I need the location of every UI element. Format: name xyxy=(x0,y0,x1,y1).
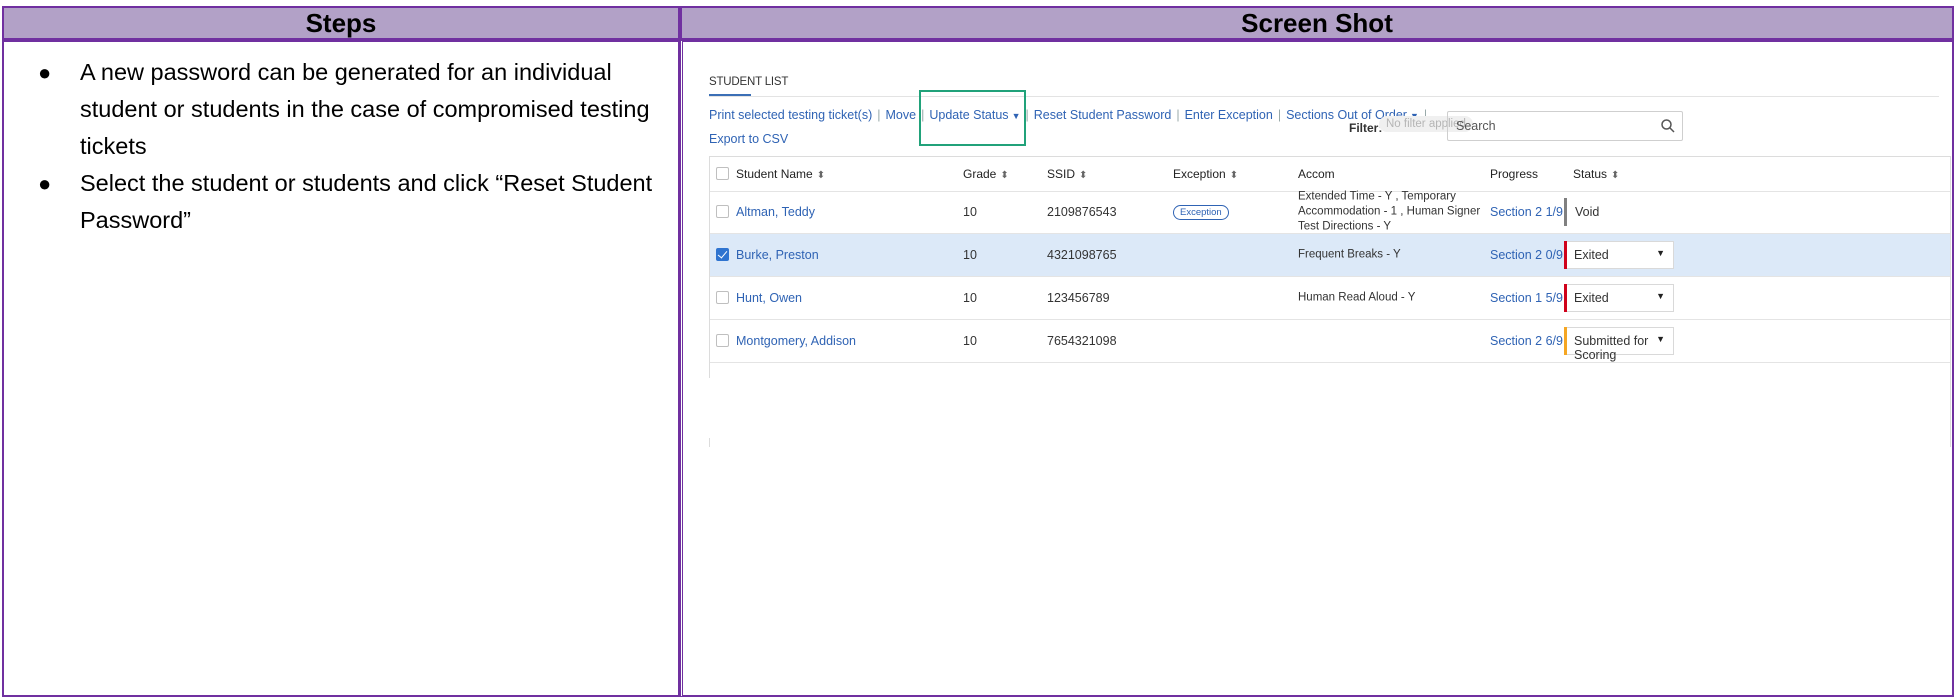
search-field[interactable] xyxy=(1447,111,1683,141)
step-text: Select the student or students and click… xyxy=(80,170,653,233)
col-header-ssid[interactable]: SSID ⬍ xyxy=(1047,167,1087,181)
step-item: ● A new password can be generated for an … xyxy=(4,54,678,165)
steps-cell: ● A new password can be generated for an … xyxy=(2,40,680,697)
table-row[interactable]: Altman, Teddy 10 2109876543 Exception Ex… xyxy=(710,191,1950,234)
status-dropdown[interactable]: Exited ▼ xyxy=(1564,241,1674,269)
student-name-link[interactable]: Hunt, Owen xyxy=(736,291,802,305)
steps-list: ● A new password can be generated for an … xyxy=(4,42,678,239)
col-header-progress: Progress xyxy=(1490,167,1539,181)
sort-icon: ⬍ xyxy=(1000,170,1009,181)
accom-value: Human Read Aloud - Y xyxy=(1298,291,1416,304)
caret-down-icon: ▼ xyxy=(1656,291,1665,301)
reset-password-highlight xyxy=(919,90,1026,146)
caret-down-icon: ▼ xyxy=(1656,248,1665,258)
col-header-label: Grade xyxy=(963,167,997,181)
status-text: Void xyxy=(1575,205,1600,219)
sort-icon: ⬍ xyxy=(1229,170,1239,181)
instruction-table: Steps ● A new password can be generated f… xyxy=(0,6,1954,697)
sort-icon: ⬍ xyxy=(816,170,826,181)
filter-label: Filter: xyxy=(1349,121,1383,135)
col-header-label: SSID xyxy=(1047,167,1076,181)
student-name-link[interactable]: Altman, Teddy xyxy=(736,205,815,219)
table-row[interactable]: Montgomery, Addison 10 7654321098 Sectio… xyxy=(710,320,1950,363)
grade-value: 10 xyxy=(963,334,977,348)
tab-student-list[interactable]: STUDENT LIST xyxy=(709,76,788,88)
print-tickets-link[interactable]: Print selected testing ticket(s) xyxy=(709,108,872,122)
student-name-link[interactable]: Burke, Preston xyxy=(736,248,819,262)
action-toolbar: Print selected testing ticket(s) | Move | Up… xyxy=(709,108,1432,122)
accom-value: Extended Time - Y , Temporary Accommodat… xyxy=(1298,190,1481,233)
col-header-label: Student Name xyxy=(736,167,813,181)
move-link[interactable]: Move xyxy=(886,108,917,122)
reset-password-link[interactable]: Reset Student Password xyxy=(1034,108,1172,122)
tab-divider xyxy=(709,96,1939,97)
select-all-checkbox[interactable] xyxy=(716,167,729,180)
col-header-label: Status xyxy=(1573,167,1608,181)
sort-icon: ⬍ xyxy=(1079,170,1088,181)
status-color-bar xyxy=(1564,198,1567,226)
student-list-app: STUDENT LIST Print selected testing tick… xyxy=(691,48,1951,447)
status-dropdown[interactable]: Submitted for Scoring ▼ xyxy=(1564,327,1674,362)
row-checkbox[interactable] xyxy=(716,291,729,304)
step-item: ● Select the student or students and clic… xyxy=(4,165,678,239)
grade-value: 10 xyxy=(963,291,977,305)
exception-badge[interactable]: Exception xyxy=(1173,204,1229,220)
progress-link[interactable]: Section 2 6/9 xyxy=(1490,334,1563,348)
separator: | xyxy=(1176,108,1180,122)
progress-link[interactable]: Section 2 1/9 xyxy=(1490,205,1563,219)
caret-down-icon: ▼ xyxy=(1656,334,1665,344)
search-input[interactable] xyxy=(1454,118,1658,134)
row-checkbox[interactable] xyxy=(716,334,729,347)
ssid-value: 2109876543 xyxy=(1047,205,1117,219)
step-text: A new password can be generated for an i… xyxy=(80,59,650,159)
row-checkbox[interactable] xyxy=(716,248,729,261)
bullet-icon: ● xyxy=(38,60,52,85)
col-header-status[interactable]: Status ⬍ xyxy=(1573,167,1619,181)
table-row[interactable]: Hunt, Owen 10 123456789 Human Read Aloud… xyxy=(710,277,1950,320)
search-icon[interactable] xyxy=(1660,118,1676,134)
col-header-accom: Accom xyxy=(1298,167,1335,181)
ssid-value: 4321098765 xyxy=(1047,248,1117,262)
table-row[interactable]: Burke, Preston 10 4321098765 Frequent Br… xyxy=(710,234,1950,277)
status-color-bar xyxy=(1564,327,1567,355)
status-color-bar xyxy=(1564,241,1567,269)
sort-icon: ⬍ xyxy=(1611,170,1620,181)
col-header-label: Exception xyxy=(1173,167,1226,181)
separator: | xyxy=(1277,108,1282,122)
grade-value: 10 xyxy=(963,248,977,262)
col-header-exception[interactable]: Exception ⬍ xyxy=(1173,167,1238,181)
steps-column: Steps ● A new password can be generated f… xyxy=(2,6,680,697)
col-header-name[interactable]: Student Name ⬍ xyxy=(736,167,825,181)
table-header-row: Student Name ⬍ Grade ⬍ SSID ⬍ Exception ⬍ Ac… xyxy=(710,157,1950,192)
screenshot-column: Screen Shot STUDENT LIST Print selected … xyxy=(680,6,1954,697)
row-checkbox[interactable] xyxy=(716,205,729,218)
screenshot-crop-mask xyxy=(691,378,1949,438)
screenshot-header: Screen Shot xyxy=(680,6,1954,40)
grade-value: 10 xyxy=(963,205,977,219)
status-color-bar xyxy=(1564,284,1567,312)
status-static: Void xyxy=(1564,198,1674,226)
export-csv-link[interactable]: Export to CSV xyxy=(709,132,788,146)
steps-header: Steps xyxy=(2,6,680,40)
status-text: Exited xyxy=(1574,291,1609,305)
progress-link[interactable]: Section 2 0/9 xyxy=(1490,248,1563,262)
progress-link[interactable]: Section 1 5/9 xyxy=(1490,291,1563,305)
col-header-grade[interactable]: Grade ⬍ xyxy=(963,167,1009,181)
screenshot-cell: STUDENT LIST Print selected testing tick… xyxy=(680,40,1954,697)
status-dropdown[interactable]: Exited ▼ xyxy=(1564,284,1674,312)
bullet-icon: ● xyxy=(38,171,52,196)
separator: | xyxy=(877,108,881,122)
enter-exception-link[interactable]: Enter Exception xyxy=(1185,108,1273,122)
accom-value: Frequent Breaks - Y xyxy=(1298,248,1401,261)
status-text: Exited xyxy=(1574,248,1609,262)
student-name-link[interactable]: Montgomery, Addison xyxy=(736,334,856,348)
ssid-value: 7654321098 xyxy=(1047,334,1117,348)
ssid-value: 123456789 xyxy=(1047,291,1110,305)
exception-badge-label: Exception xyxy=(1173,205,1229,220)
